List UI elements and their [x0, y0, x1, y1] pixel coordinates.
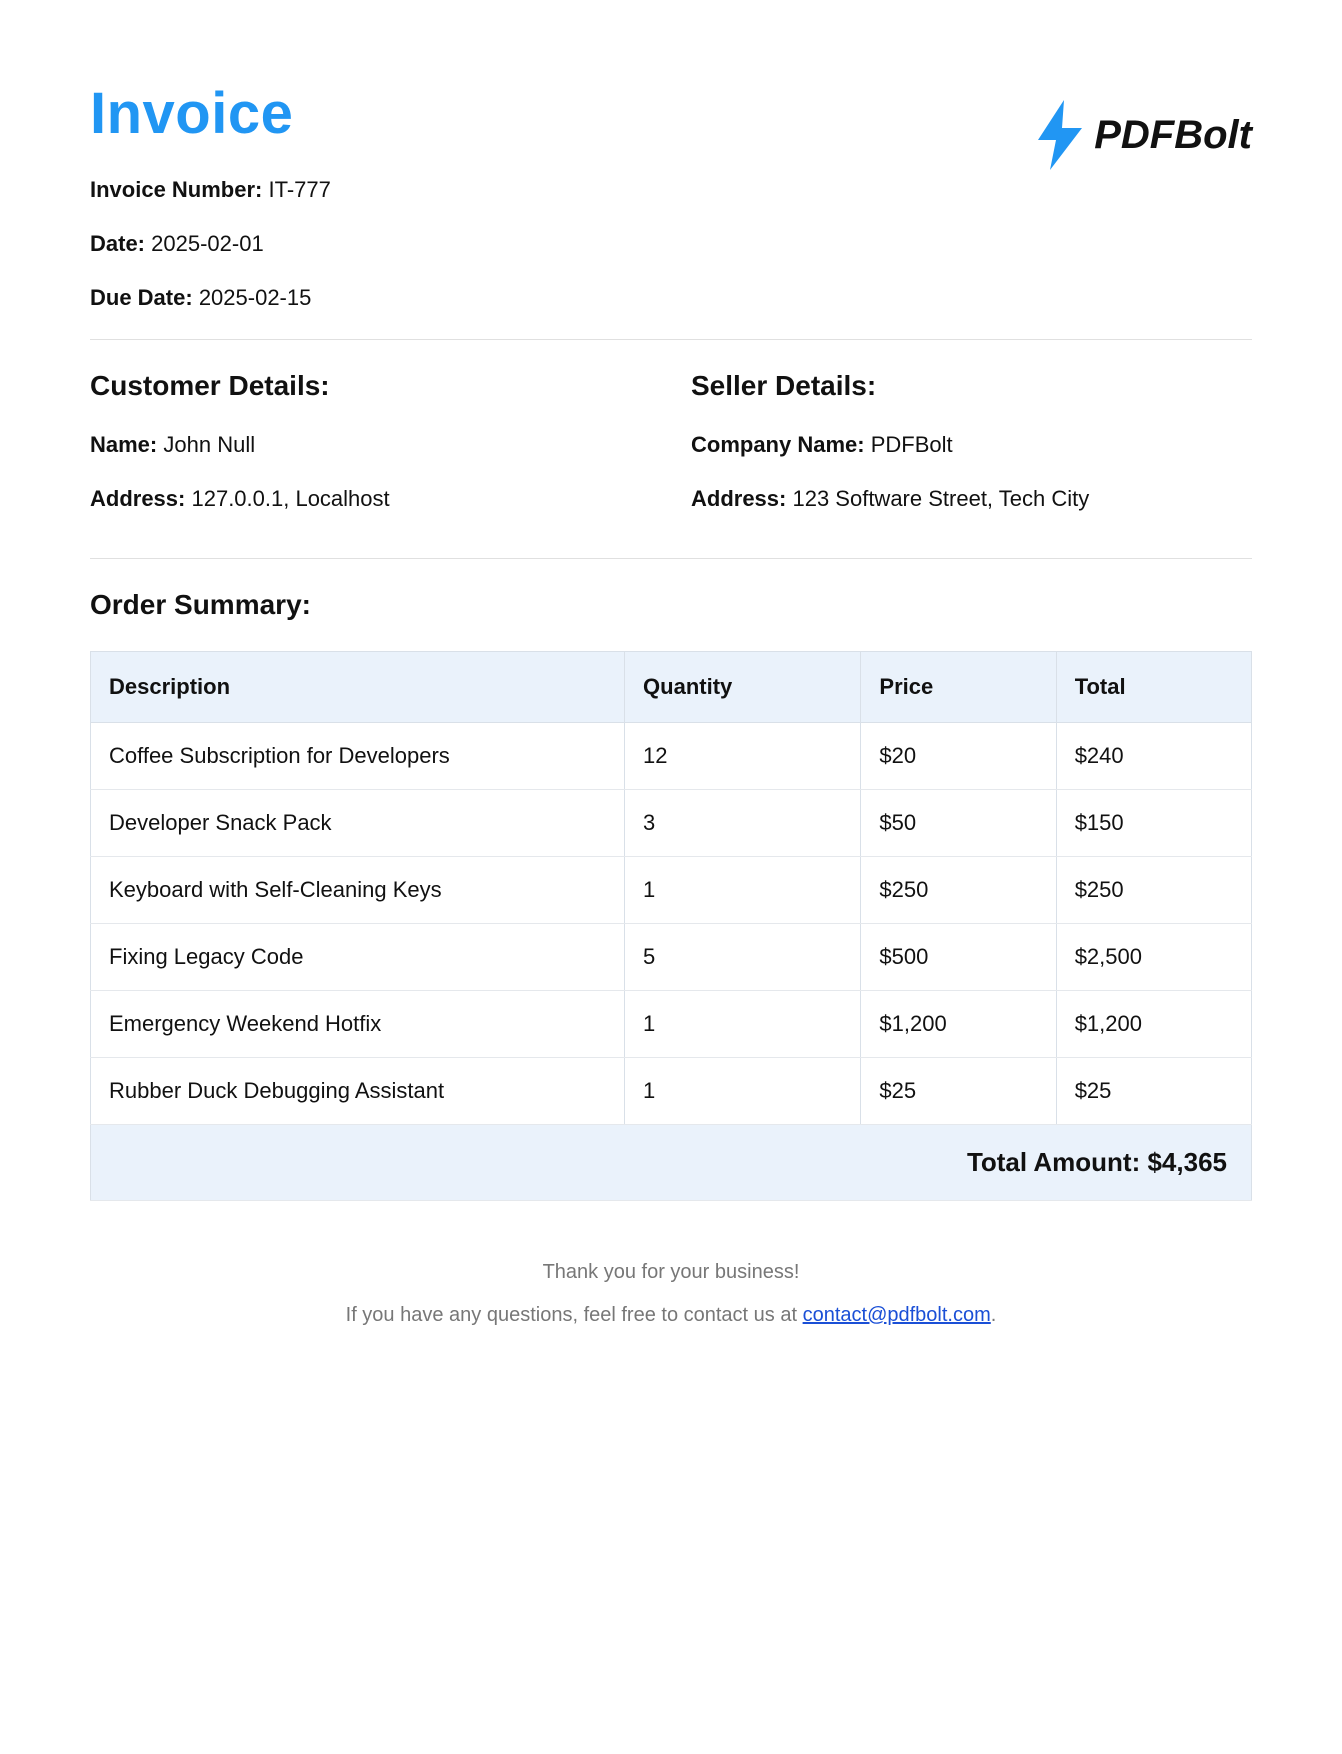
cell-quantity: 12	[625, 723, 861, 790]
seller-heading: Seller Details:	[691, 370, 1252, 402]
table-row: Keyboard with Self-Cleaning Keys1$250$25…	[91, 857, 1252, 924]
customer-name-value: John Null	[163, 432, 255, 457]
table-row: Rubber Duck Debugging Assistant1$25$25	[91, 1058, 1252, 1125]
customer-heading: Customer Details:	[90, 370, 651, 402]
date-line: Date: 2025-02-01	[90, 231, 1252, 257]
cell-total: $250	[1056, 857, 1251, 924]
cell-total: $240	[1056, 723, 1251, 790]
invoice-number-value: IT-777	[269, 177, 331, 202]
date-value: 2025-02-01	[151, 231, 264, 256]
customer-name-label: Name:	[90, 432, 157, 457]
seller-company-label: Company Name:	[691, 432, 865, 457]
col-quantity: Quantity	[625, 652, 861, 723]
customer-address-value: 127.0.0.1, Localhost	[191, 486, 389, 511]
customer-address-label: Address:	[90, 486, 185, 511]
details-row: Customer Details: Name: John Null Addres…	[90, 370, 1252, 540]
total-value: $4,365	[1147, 1147, 1227, 1177]
cell-price: $1,200	[861, 991, 1056, 1058]
seller-address-value: 123 Software Street, Tech City	[792, 486, 1089, 511]
logo-text: PDFBolt	[1094, 113, 1252, 158]
cell-price: $500	[861, 924, 1056, 991]
col-total: Total	[1056, 652, 1251, 723]
header-row: Invoice PDFBolt	[90, 80, 1252, 177]
footer-contact-prefix: If you have any questions, feel free to …	[346, 1304, 803, 1326]
bolt-icon	[1032, 100, 1088, 170]
total-row: Total Amount: $4,365	[91, 1125, 1252, 1201]
divider	[90, 339, 1252, 340]
footer-contact-suffix: .	[991, 1304, 997, 1326]
cell-description: Rubber Duck Debugging Assistant	[91, 1058, 625, 1125]
logo: PDFBolt	[1032, 100, 1252, 170]
cell-description: Fixing Legacy Code	[91, 924, 625, 991]
divider	[90, 558, 1252, 559]
seller-company-value: PDFBolt	[871, 432, 953, 457]
page-title: Invoice	[90, 80, 293, 147]
invoice-number-line: Invoice Number: IT-777	[90, 177, 1252, 203]
table-row: Fixing Legacy Code5$500$2,500	[91, 924, 1252, 991]
cell-price: $20	[861, 723, 1056, 790]
cell-price: $250	[861, 857, 1056, 924]
seller-address-line: Address: 123 Software Street, Tech City	[691, 486, 1252, 512]
cell-total: $150	[1056, 790, 1251, 857]
due-date-line: Due Date: 2025-02-15	[90, 285, 1252, 311]
invoice-meta: Invoice Number: IT-777 Date: 2025-02-01 …	[90, 177, 1252, 311]
date-label: Date:	[90, 231, 145, 256]
table-header-row: Description Quantity Price Total	[91, 652, 1252, 723]
cell-description: Developer Snack Pack	[91, 790, 625, 857]
table-row: Coffee Subscription for Developers12$20$…	[91, 723, 1252, 790]
seller-address-label: Address:	[691, 486, 786, 511]
cell-price: $25	[861, 1058, 1056, 1125]
title-block: Invoice	[90, 80, 293, 177]
footer-contact: If you have any questions, feel free to …	[90, 1304, 1252, 1327]
seller-company-line: Company Name: PDFBolt	[691, 432, 1252, 458]
cell-description: Coffee Subscription for Developers	[91, 723, 625, 790]
order-heading: Order Summary:	[90, 589, 1252, 621]
cell-description: Keyboard with Self-Cleaning Keys	[91, 857, 625, 924]
due-date-label: Due Date:	[90, 285, 193, 310]
cell-total: $25	[1056, 1058, 1251, 1125]
cell-price: $50	[861, 790, 1056, 857]
col-price: Price	[861, 652, 1056, 723]
cell-total: $1,200	[1056, 991, 1251, 1058]
customer-name-line: Name: John Null	[90, 432, 651, 458]
total-label: Total Amount:	[967, 1147, 1140, 1177]
cell-quantity: 1	[625, 991, 861, 1058]
cell-total: $2,500	[1056, 924, 1251, 991]
due-date-value: 2025-02-15	[199, 285, 312, 310]
cell-quantity: 1	[625, 857, 861, 924]
cell-quantity: 3	[625, 790, 861, 857]
col-description: Description	[91, 652, 625, 723]
invoice-number-label: Invoice Number:	[90, 177, 262, 202]
order-table: Description Quantity Price Total Coffee …	[90, 651, 1252, 1201]
footer: Thank you for your business! If you have…	[90, 1261, 1252, 1327]
invoice-page: Invoice PDFBolt Invoice Number: IT-777 D…	[0, 0, 1342, 1407]
customer-details: Customer Details: Name: John Null Addres…	[90, 370, 651, 540]
footer-thanks: Thank you for your business!	[90, 1261, 1252, 1284]
customer-address-line: Address: 127.0.0.1, Localhost	[90, 486, 651, 512]
table-row: Emergency Weekend Hotfix1$1,200$1,200	[91, 991, 1252, 1058]
cell-quantity: 1	[625, 1058, 861, 1125]
cell-quantity: 5	[625, 924, 861, 991]
table-row: Developer Snack Pack3$50$150	[91, 790, 1252, 857]
seller-details: Seller Details: Company Name: PDFBolt Ad…	[691, 370, 1252, 540]
total-cell: Total Amount: $4,365	[91, 1125, 1252, 1201]
footer-contact-link[interactable]: contact@pdfbolt.com	[803, 1304, 991, 1326]
cell-description: Emergency Weekend Hotfix	[91, 991, 625, 1058]
